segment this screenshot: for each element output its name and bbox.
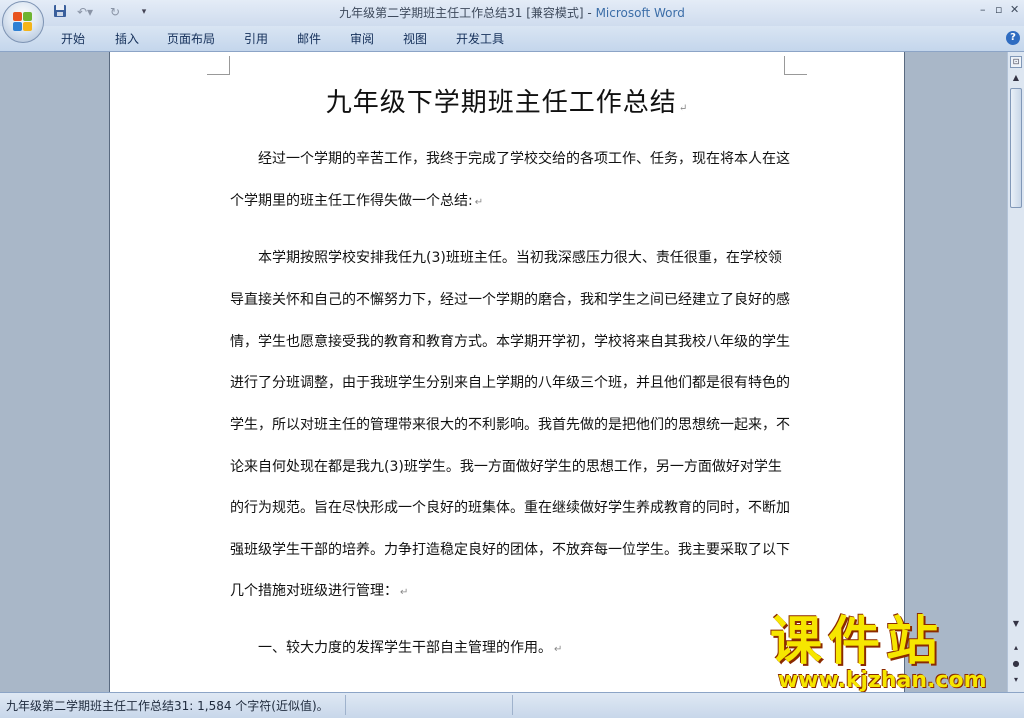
tab-references[interactable]: 引用 [244, 31, 268, 47]
paragraph-line: 经过一个学期的辛苦工作，我终于完成了学校交给的各项工作、任务，现在将本人在这 [258, 151, 790, 167]
app-name: Microsoft Word [595, 6, 685, 20]
paragraph-line: 几个措施对班级进行管理： ↵ [230, 580, 408, 600]
paragraph-mark-icon: ↵ [678, 103, 689, 114]
paragraph-line: 的行为规范。旨在尽快形成一个良好的班集体。重在继续做好学生养成教育的同时，不断加 [230, 500, 790, 516]
window-title: 九年级第二学期班主任工作总结31 [兼容模式] - Microsoft Word [0, 0, 1024, 26]
scroll-thumb[interactable] [1010, 88, 1022, 208]
browse-object-icon[interactable]: ● [1010, 658, 1022, 670]
document-page[interactable]: 九年级下学期班主任工作总结 ↵ 经过一个学期的辛苦工作，我终于完成了学校交给的各项… [110, 52, 904, 692]
previous-page-icon[interactable]: ▴ [1010, 642, 1022, 654]
undo-icon[interactable]: ↶▾ [74, 4, 96, 21]
paragraph-line-text: 个学期里的班主任工作得失做一个总结: [230, 193, 473, 209]
tab-view[interactable]: 视图 [403, 31, 427, 47]
document-name: 九年级第二学期班主任工作总结31 [兼容模式] - [339, 6, 596, 20]
close-icon[interactable]: ✕ [1010, 3, 1019, 17]
document-title: 九年级下学期班主任工作总结 ↵ [110, 82, 904, 119]
scroll-down-icon[interactable]: ▼ [1010, 618, 1022, 630]
ribbon-tab-strip: 开始 插入 页面布局 引用 邮件 审阅 视图 开发工具 [0, 26, 1024, 52]
restore-icon[interactable]: ▫ [995, 3, 1002, 17]
status-divider [345, 695, 346, 715]
status-bar: 九年级第二学期班主任工作总结31: 1,584 个字符(近似值)。 [0, 692, 1024, 718]
tab-developer[interactable]: 开发工具 [456, 31, 504, 47]
margin-marker-top-right [784, 56, 807, 75]
paragraph-line-text: 一、较大力度的发挥学生干部自主管理的作用。 [258, 640, 552, 656]
save-icon[interactable] [52, 4, 68, 21]
customize-toolbar-icon[interactable]: ▾ [138, 4, 150, 21]
paragraph-line: 进行了分班调整，由于我班学生分别来自上学期的八年级三个班，并且他们都是很有特色的 [230, 375, 790, 391]
title-bar: 九年级第二学期班主任工作总结31 [兼容模式] - Microsoft Word… [0, 0, 1024, 26]
tab-insert[interactable]: 插入 [115, 31, 139, 47]
minimize-icon[interactable]: – [980, 3, 986, 17]
word-count-status[interactable]: 九年级第二学期班主任工作总结31: 1,584 个字符(近似值)。 [6, 697, 329, 714]
paragraph-line: 学生，所以对班主任的管理带来很大的不利影响。我首先做的是把他们的思想统一起来，不 [230, 417, 790, 433]
paragraph-line: 情，学生也愿意接受我的教育和教育方式。本学期开学初，学校将来自其我校八年级的学生 [230, 334, 790, 350]
paragraph-line: 个学期里的班主任工作得失做一个总结: ↵ [230, 190, 483, 210]
document-title-text: 九年级下学期班主任工作总结 [325, 88, 677, 118]
office-button[interactable] [2, 1, 44, 43]
paragraph-line: 论来自何处现在都是我九(3)班学生。我一方面做好学生的思想工作，另一方面做好对学… [230, 459, 782, 475]
office-logo-icon [13, 12, 33, 32]
margin-marker-top-left [207, 56, 230, 75]
watermark-logo: 课件站 www.kjzhan.com [770, 612, 1010, 694]
tab-mailings[interactable]: 邮件 [297, 31, 321, 47]
document-workspace: 九年级下学期班主任工作总结 ↵ 经过一个学期的辛苦工作，我终于完成了学校交给的各项… [0, 52, 1007, 692]
status-divider [512, 695, 513, 715]
tab-page-layout[interactable]: 页面布局 [167, 31, 215, 47]
paragraph-line: 一、较大力度的发挥学生干部自主管理的作用。 ↵ [258, 637, 562, 657]
vertical-scrollbar[interactable]: ⊡ ▲ ▼ ▴ ● ▾ [1007, 52, 1024, 692]
redo-icon[interactable]: ↻ [106, 4, 124, 21]
scroll-up-icon[interactable]: ▲ [1010, 72, 1022, 84]
paragraph-mark-icon: ↵ [554, 644, 563, 655]
tab-home[interactable]: 开始 [61, 31, 85, 47]
view-ruler-icon[interactable]: ⊡ [1010, 56, 1022, 68]
paragraph-mark-icon: ↵ [474, 197, 484, 208]
paragraph-line-text: 几个措施对班级进行管理： [230, 583, 398, 599]
help-icon[interactable]: ? [1006, 31, 1020, 45]
paragraph-line: 强班级学生干部的培养。力争打造稳定良好的团体，不放弃每一位学生。我主要采取了以下 [230, 542, 790, 558]
watermark-url: www.kjzhan.com [778, 668, 987, 693]
paragraph-mark-icon: ↵ [400, 587, 409, 598]
next-page-icon[interactable]: ▾ [1010, 674, 1022, 686]
paragraph-line: 导直接关怀和自己的不懈努力下，经过一个学期的磨合，我和学生之间已经建立了良好的感 [230, 292, 790, 308]
paragraph-line: 本学期按照学校安排我任九(3)班班主任。当初我深感压力很大、责任很重，在学校领 [258, 250, 782, 266]
watermark-brand: 课件站 [770, 612, 945, 672]
tab-review[interactable]: 审阅 [350, 31, 374, 47]
